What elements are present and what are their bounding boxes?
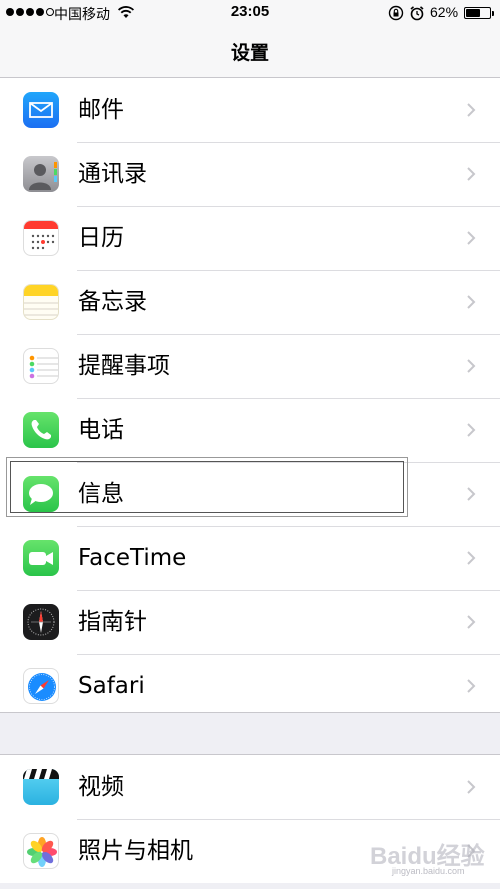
row-label: 通讯录 — [78, 161, 147, 187]
battery-icon — [464, 7, 494, 19]
photos-icon — [23, 833, 59, 869]
chevron-right-icon — [466, 486, 476, 506]
rotation-lock-icon — [388, 5, 404, 26]
chevron-right-icon — [466, 102, 476, 122]
navigation-bar: 设置 — [0, 26, 500, 78]
compass-icon — [23, 604, 59, 640]
phone-icon — [23, 412, 59, 448]
page-title: 设置 — [230, 42, 269, 64]
chevron-right-icon — [466, 166, 476, 186]
row-label: 提醒事项 — [78, 353, 170, 379]
settings-row-calendar[interactable]: 日历 — [0, 206, 500, 270]
safari-icon — [23, 668, 59, 704]
settings-row-phone[interactable]: 电话 — [0, 398, 500, 462]
row-label: 邮件 — [78, 97, 124, 123]
row-label: 照片与相机 — [78, 838, 193, 864]
chevron-right-icon — [466, 779, 476, 799]
reminders-icon — [23, 348, 59, 384]
notes-icon — [23, 284, 59, 320]
chevron-right-icon — [466, 614, 476, 634]
settings-row-contacts[interactable]: 通讯录 — [0, 142, 500, 206]
row-label: 电话 — [78, 417, 124, 443]
battery-percent: 62% — [430, 4, 459, 20]
chevron-right-icon — [466, 550, 476, 570]
row-label: 视频 — [78, 774, 124, 800]
settings-row-videos[interactable]: 视频 — [0, 755, 500, 819]
mail-icon — [23, 92, 59, 128]
row-label: 指南针 — [78, 609, 147, 635]
chevron-right-icon — [466, 422, 476, 442]
settings-row-notes[interactable]: 备忘录 — [0, 270, 500, 334]
settings-row-reminders[interactable]: 提醒事项 — [0, 334, 500, 398]
selection-highlight — [6, 457, 408, 517]
chevron-right-icon — [466, 678, 476, 698]
facetime-icon — [23, 540, 59, 576]
clock: 23:05 — [230, 3, 270, 20]
watermark-url: jingyan.baidu.com — [392, 866, 465, 876]
row-label: FaceTime — [78, 545, 187, 571]
chevron-right-icon — [466, 358, 476, 378]
settings-group-apps: 邮件 通讯录 日历 备忘录 提醒事项 电话 信息 FaceTime 指南针 Sa… — [0, 78, 500, 718]
chevron-right-icon — [466, 230, 476, 250]
section-separator — [0, 712, 500, 754]
contacts-icon — [23, 156, 59, 192]
status-bar: 中国移动 23:05 62% — [0, 0, 500, 26]
row-label: Safari — [78, 673, 145, 699]
settings-row-mail[interactable]: 邮件 — [0, 78, 500, 142]
settings-row-compass[interactable]: 指南针 — [0, 590, 500, 654]
videos-icon — [23, 769, 59, 805]
row-label: 日历 — [78, 225, 124, 251]
row-label: 备忘录 — [78, 289, 147, 315]
chevron-right-icon — [466, 294, 476, 314]
alarm-icon — [409, 5, 425, 26]
calendar-icon — [23, 220, 59, 256]
settings-row-safari[interactable]: Safari — [0, 654, 500, 718]
settings-row-facetime[interactable]: FaceTime — [0, 526, 500, 590]
